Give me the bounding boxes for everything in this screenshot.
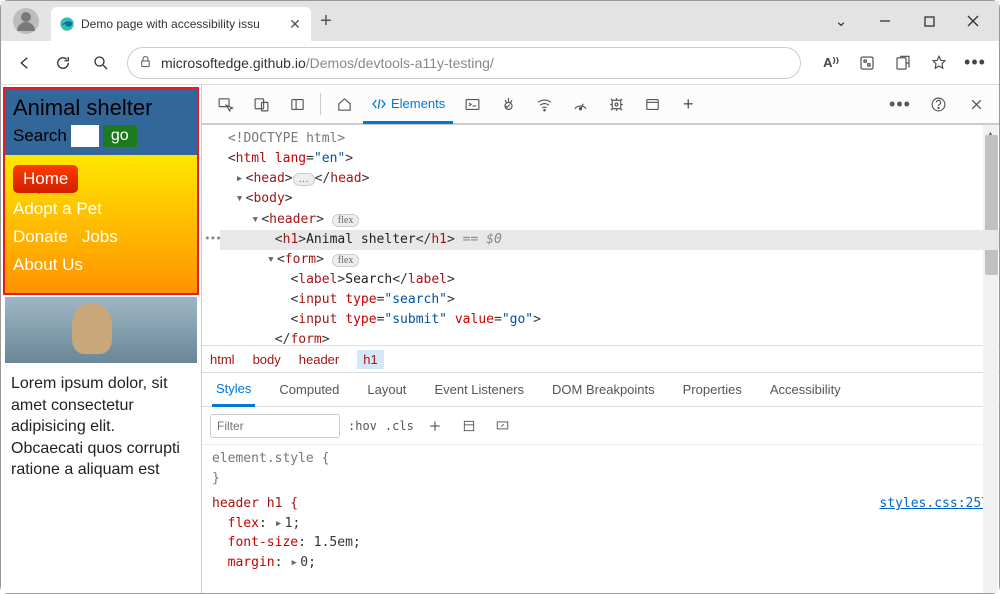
dom-line[interactable]: </form> <box>220 330 999 345</box>
new-tab-button[interactable]: + <box>311 10 341 33</box>
browser-tab[interactable]: Demo page with accessibility issu ✕ <box>51 7 311 41</box>
styles-body[interactable]: element.style { } header h1 { styles.css… <box>202 445 999 593</box>
memory-tab-icon[interactable] <box>599 87 633 121</box>
dom-line[interactable]: <label>Search</label> <box>220 270 999 290</box>
page-nav: Home Adopt a Pet Donate Jobs About Us <box>5 155 197 293</box>
search-input[interactable] <box>71 125 99 147</box>
dom-line[interactable]: <html lang="en"> <box>220 149 999 169</box>
read-aloud-icon[interactable]: A⁾⁾ <box>813 45 849 81</box>
crumb-html[interactable]: html <box>210 352 235 367</box>
tab-computed[interactable]: Computed <box>275 373 343 406</box>
rendered-page: Animal shelter Search go Home Adopt a Pe… <box>1 85 201 593</box>
crumb-header[interactable]: header <box>299 352 339 367</box>
back-button[interactable] <box>7 45 43 81</box>
dom-line[interactable]: ▸<head>…</head> <box>220 169 999 189</box>
network-tab-icon[interactable] <box>527 87 561 121</box>
tab-layout[interactable]: Layout <box>363 373 410 406</box>
devtools-close-button[interactable] <box>959 87 993 121</box>
new-style-rule-icon[interactable] <box>422 419 448 433</box>
address-bar: microsoftedge.github.io/Demos/devtools-a… <box>1 41 999 85</box>
sources-tab-icon[interactable] <box>491 87 525 121</box>
dom-line[interactable]: <!DOCTYPE html> <box>220 129 999 149</box>
dom-line[interactable]: ▾<header> flex <box>220 210 999 230</box>
app-menu-button[interactable]: ••• <box>957 45 993 81</box>
dom-line[interactable]: <input type="submit" value="go"> <box>220 310 999 330</box>
dom-tree[interactable]: <!DOCTYPE html> <html lang="en"> ▸<head>… <box>202 125 999 345</box>
more-tabs-button[interactable]: + <box>671 87 705 121</box>
dom-line[interactable]: ▾<body> <box>220 189 999 209</box>
inspect-highlight: Animal shelter Search go Home Adopt a Pe… <box>3 87 199 295</box>
styles-filter-input[interactable] <box>210 414 340 438</box>
content-area: Animal shelter Search go Home Adopt a Pe… <box>1 85 999 593</box>
selected-dom-line[interactable]: ••• <h1>Animal shelter</h1> == $0 <box>220 230 999 250</box>
search-label: Search <box>13 126 67 146</box>
devtools-toolbar: Elements + ••• <box>202 85 999 125</box>
lorem-text: Lorem ipsum dolor, sit amet consectetur … <box>1 363 201 481</box>
url-text: microsoftedge.github.io/Demos/devtools-a… <box>161 55 494 71</box>
maximize-button[interactable] <box>907 6 951 36</box>
computed-sidebar-icon[interactable] <box>456 419 482 433</box>
refresh-button[interactable] <box>45 45 81 81</box>
nav-donate[interactable]: Donate <box>13 223 68 251</box>
tab-event-listeners[interactable]: Event Listeners <box>430 373 528 406</box>
page-header: Animal shelter Search go <box>5 89 197 155</box>
minimize-button[interactable] <box>863 6 907 36</box>
close-brace: } <box>212 471 220 486</box>
dom-line[interactable]: <input type="search"> <box>220 290 999 310</box>
nav-home[interactable]: Home <box>13 165 78 193</box>
styles-tab-strip: Styles Computed Layout Event Listeners D… <box>202 373 999 407</box>
nav-adopt[interactable]: Adopt a Pet <box>13 195 102 223</box>
qr-icon[interactable] <box>849 45 885 81</box>
elements-tab-label: Elements <box>391 96 445 111</box>
rule-selector[interactable]: header h1 { <box>212 496 298 511</box>
rendering-icon[interactable] <box>490 419 516 433</box>
help-icon[interactable] <box>921 87 955 121</box>
profile-avatar[interactable] <box>13 8 39 34</box>
cls-toggle[interactable]: .cls <box>385 419 414 433</box>
favorite-icon[interactable] <box>921 45 957 81</box>
tab-dom-breakpoints[interactable]: DOM Breakpoints <box>548 373 659 406</box>
title-bar: Demo page with accessibility issu ✕ + ⌄ <box>1 1 999 41</box>
browser-window: Demo page with accessibility issu ✕ + ⌄ … <box>0 0 1000 594</box>
devtools-panel: ▲ Elements + <box>201 85 999 593</box>
device-emulation-icon[interactable] <box>244 87 278 121</box>
welcome-tab-icon[interactable] <box>327 87 361 121</box>
application-tab-icon[interactable] <box>635 87 669 121</box>
go-button[interactable]: go <box>103 125 137 147</box>
crumb-body[interactable]: body <box>253 352 281 367</box>
styles-filter-row: :hov .cls <box>202 407 999 445</box>
cat-image <box>5 297 197 363</box>
tab-properties[interactable]: Properties <box>679 373 746 406</box>
close-window-button[interactable] <box>951 6 995 36</box>
nav-about[interactable]: About Us <box>13 251 83 279</box>
console-tab-icon[interactable] <box>455 87 489 121</box>
elements-tab[interactable]: Elements <box>363 86 453 124</box>
tab-title: Demo page with accessibility issu <box>81 17 281 31</box>
tab-chevron-icon[interactable]: ⌄ <box>819 6 863 36</box>
devtools-menu-button[interactable]: ••• <box>883 87 917 121</box>
page-title: Animal shelter <box>13 95 189 121</box>
lock-icon <box>138 54 153 72</box>
performance-tab-icon[interactable] <box>563 87 597 121</box>
stylesheet-link[interactable]: styles.css:257 <box>879 494 989 514</box>
panel-toggle-icon[interactable] <box>280 87 314 121</box>
element-style-selector[interactable]: element.style { <box>212 451 329 466</box>
tab-styles[interactable]: Styles <box>212 374 255 407</box>
crumb-h1[interactable]: h1 <box>357 350 383 369</box>
dom-breadcrumbs: html body header h1 <box>202 345 999 373</box>
tab-close-button[interactable]: ✕ <box>287 16 303 33</box>
search-icon[interactable] <box>83 45 119 81</box>
nav-jobs[interactable]: Jobs <box>82 223 118 251</box>
tab-accessibility[interactable]: Accessibility <box>766 373 845 406</box>
dom-line[interactable]: ▾<form> flex <box>220 250 999 270</box>
url-box[interactable]: microsoftedge.github.io/Demos/devtools-a… <box>127 47 801 79</box>
inspect-element-icon[interactable] <box>208 87 242 121</box>
hov-toggle[interactable]: :hov <box>348 419 377 433</box>
edge-icon <box>59 16 75 32</box>
collections-icon[interactable] <box>885 45 921 81</box>
